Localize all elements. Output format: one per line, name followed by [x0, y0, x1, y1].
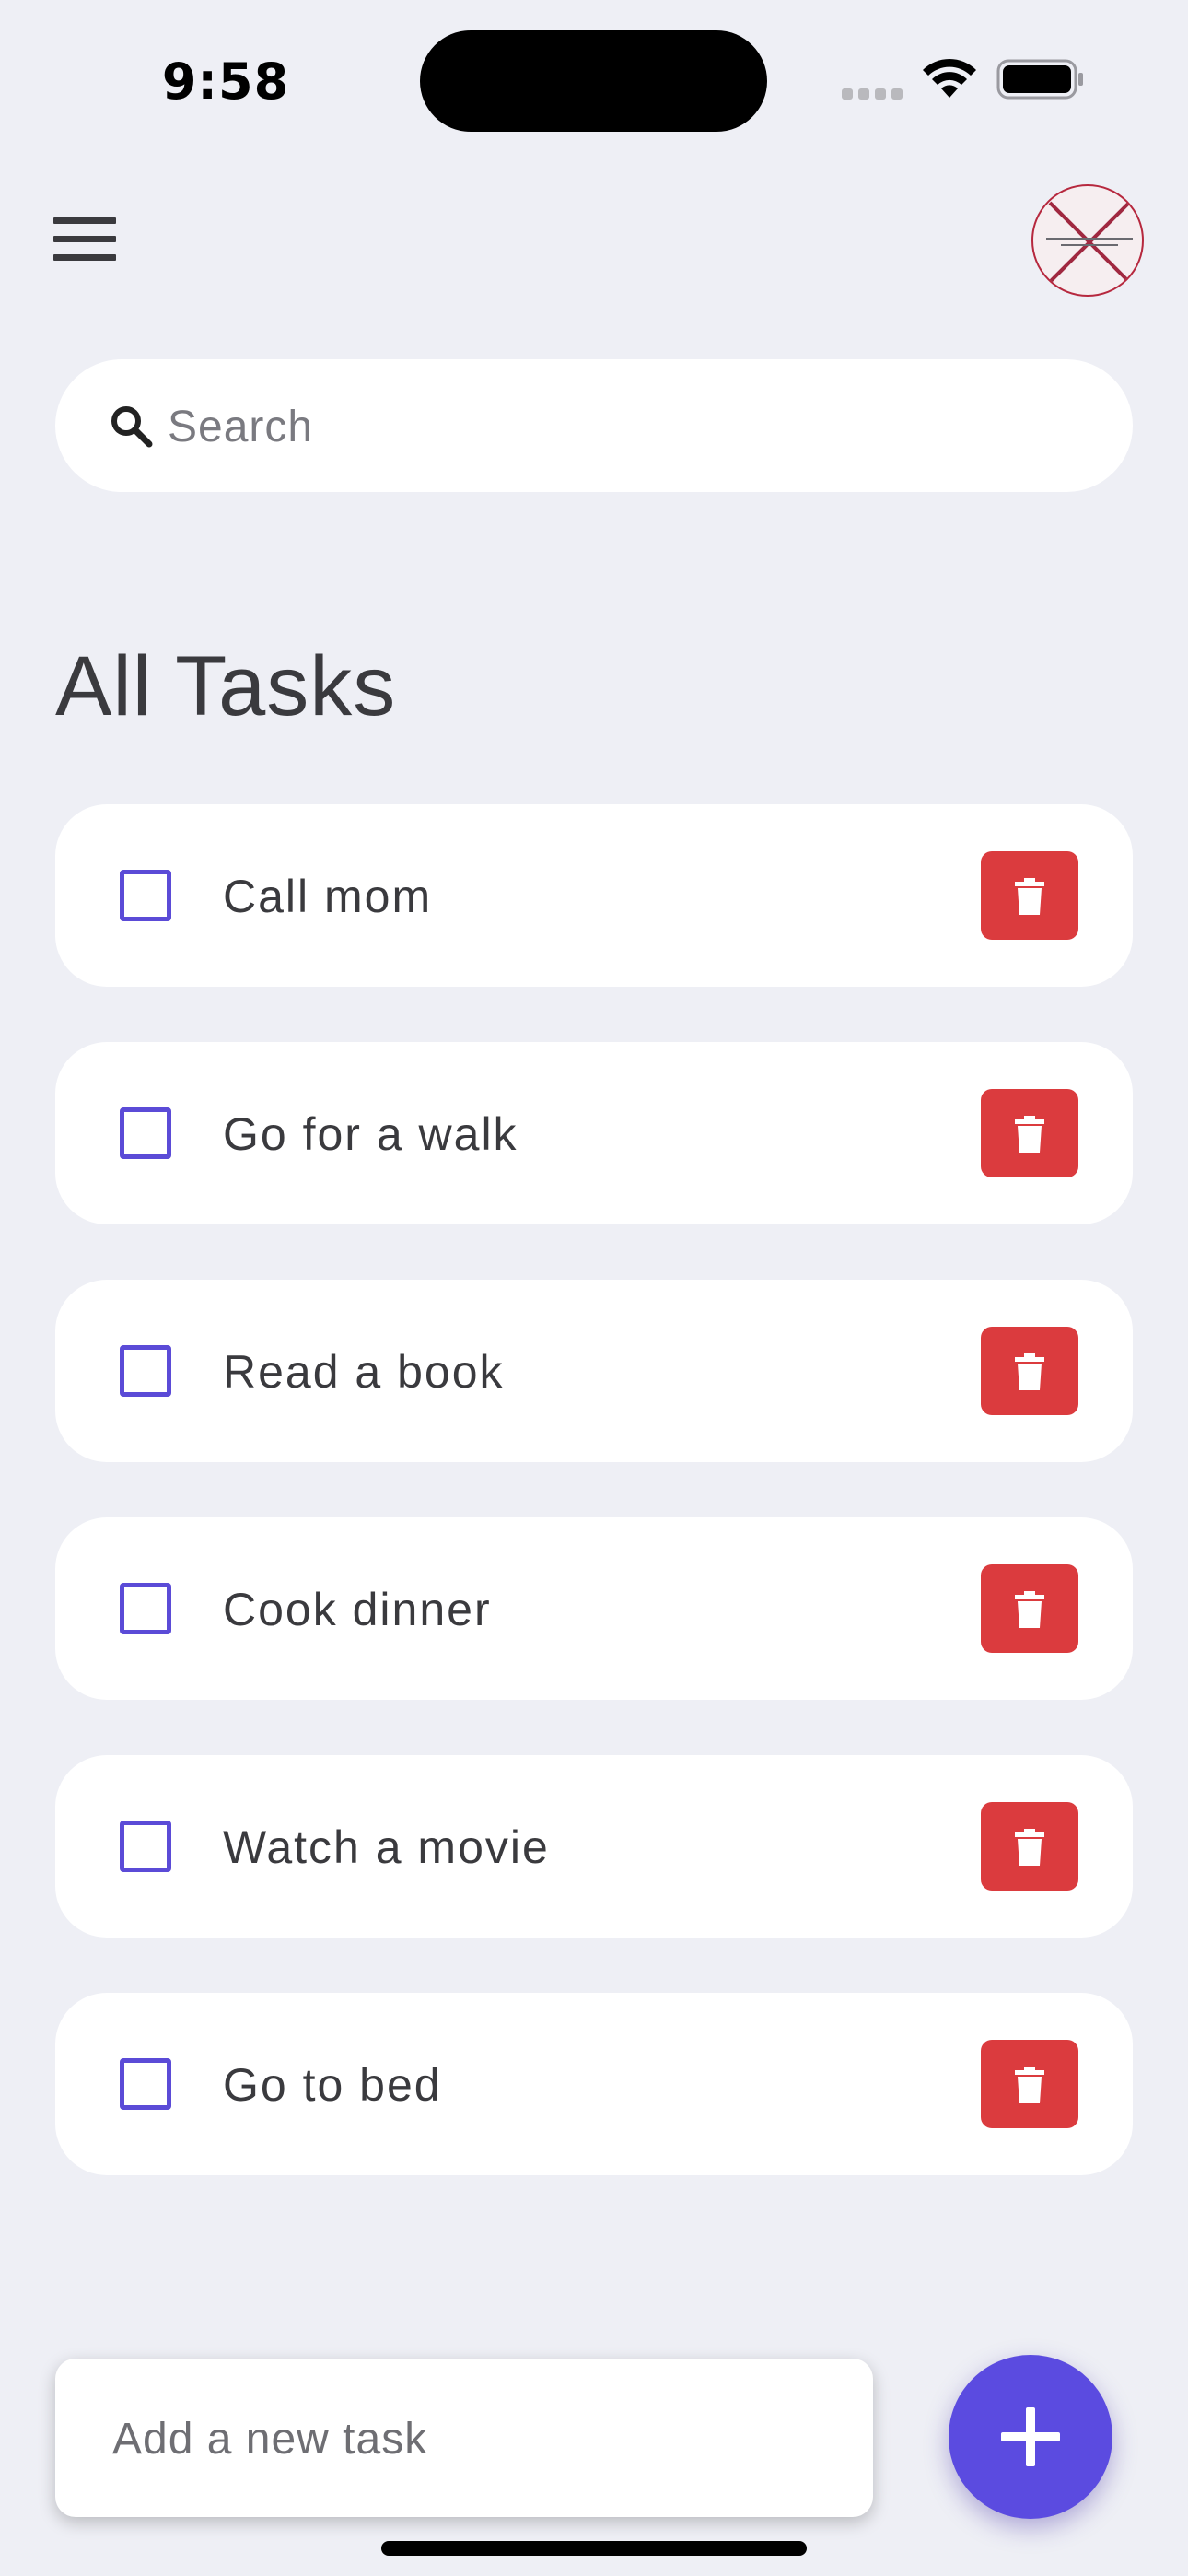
trash-icon [1015, 1353, 1044, 1390]
task-item[interactable]: Cook dinner [55, 1517, 1133, 1700]
task-label: Read a book [223, 1346, 505, 1398]
task-item[interactable]: Watch a movie [55, 1755, 1133, 1938]
delete-task-button[interactable] [981, 2040, 1078, 2128]
task-checkbox[interactable] [120, 1821, 171, 1872]
app-screen: 9:58 Search All Tasks Call mom Go for a … [0, 0, 1188, 2576]
wifi-icon [923, 58, 976, 98]
broken-image-icon [1046, 201, 1133, 284]
task-checkbox[interactable] [120, 2058, 171, 2110]
task-checkbox[interactable] [120, 1107, 171, 1159]
trash-icon [1015, 1591, 1044, 1628]
plus-icon [1001, 2407, 1060, 2466]
home-indicator[interactable] [381, 2541, 807, 2556]
task-item[interactable]: Read a book [55, 1280, 1133, 1462]
battery-icon [996, 59, 1083, 100]
add-task-placeholder: Add a new task [112, 2415, 428, 2464]
trash-icon [1015, 1829, 1044, 1866]
add-task-input[interactable]: Add a new task [55, 2359, 873, 2517]
page-title: All Tasks [55, 639, 397, 733]
task-item[interactable]: Call mom [55, 804, 1133, 987]
search-input[interactable]: Search [55, 359, 1133, 492]
task-checkbox[interactable] [120, 1345, 171, 1397]
task-item[interactable]: Go for a walk [55, 1042, 1133, 1224]
status-time: 9:58 [161, 52, 290, 111]
task-checkbox[interactable] [120, 870, 171, 921]
search-icon [111, 406, 153, 448]
task-label: Go to bed [223, 2059, 442, 2111]
task-checkbox[interactable] [120, 1583, 171, 1634]
delete-task-button[interactable] [981, 1802, 1078, 1891]
hamburger-menu-icon[interactable] [53, 217, 118, 263]
avatar[interactable] [1031, 184, 1144, 297]
delete-task-button[interactable] [981, 1564, 1078, 1653]
trash-icon [1015, 878, 1044, 915]
task-label: Watch a movie [223, 1821, 550, 1873]
task-label: Cook dinner [223, 1584, 492, 1635]
dynamic-island [420, 30, 767, 132]
trash-icon [1015, 1116, 1044, 1153]
task-item[interactable]: Go to bed [55, 1993, 1133, 2175]
delete-task-button[interactable] [981, 851, 1078, 940]
search-placeholder: Search [168, 403, 314, 451]
add-task-button[interactable] [949, 2355, 1112, 2519]
task-label: Call mom [223, 871, 433, 922]
task-label: Go for a walk [223, 1108, 518, 1160]
delete-task-button[interactable] [981, 1089, 1078, 1177]
cellular-signal-icon [842, 88, 904, 100]
trash-icon [1015, 2067, 1044, 2103]
delete-task-button[interactable] [981, 1327, 1078, 1415]
